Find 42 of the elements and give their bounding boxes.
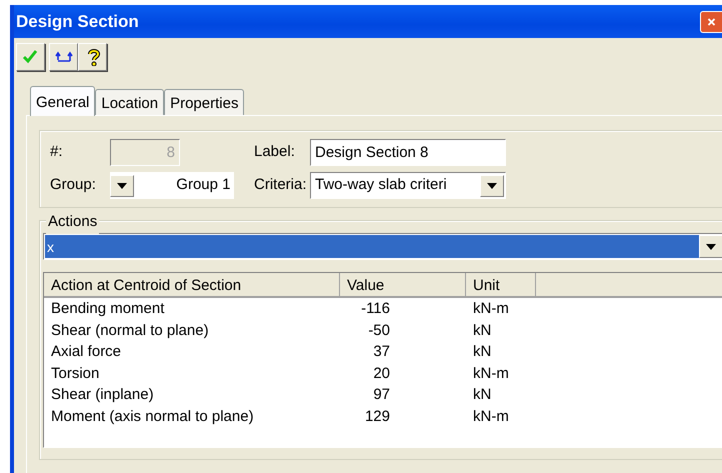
dropdown-arrow-icon — [117, 182, 127, 188]
table-cell-text: Moment (axis normal to plane) — [50, 406, 255, 426]
table-cell-text: 20 — [372, 364, 391, 384]
close-button[interactable] — [700, 10, 722, 32]
tab[interactable]: Location — [95, 89, 164, 115]
table-cell-text: kN-m — [472, 299, 510, 319]
table-cell-text: kN-m — [472, 406, 510, 426]
check-icon — [22, 48, 40, 66]
table-cell-text: kN — [472, 320, 492, 340]
table-cell-text: kN — [472, 385, 492, 405]
field-label: Label: — [254, 142, 296, 162]
dropdown-arrow-icon — [706, 244, 716, 250]
table-cell-text: 97 — [372, 385, 391, 405]
table-cell-text: Axial force — [50, 342, 122, 362]
table-cell-text: -50 — [367, 320, 391, 340]
table-cell-text: kN-m — [472, 364, 510, 384]
field-label: Group: — [50, 175, 97, 196]
label-field[interactable]: Design Section 8 — [310, 139, 506, 166]
table-cell-text: 37 — [372, 342, 391, 362]
table-cell-text: Shear (normal to plane) — [50, 320, 210, 340]
field-label: #: — [50, 142, 64, 162]
column-header[interactable]: Value — [340, 273, 466, 296]
window-title: Design Section — [16, 10, 139, 33]
column-header[interactable]: Unit — [466, 273, 536, 296]
table-cell-text: kN — [472, 342, 492, 362]
group-dropdown[interactable]: Group 1 — [110, 172, 234, 199]
criteria-dropdown[interactable]: Two-way slab criteri — [310, 172, 506, 199]
dropdown-arrow-icon — [487, 182, 497, 188]
close-icon — [707, 16, 716, 28]
column-header[interactable]: Action at Centroid of Section — [44, 273, 340, 296]
field-label: Criteria: — [254, 175, 308, 196]
help-button[interactable] — [78, 43, 107, 71]
export-button[interactable] — [49, 43, 78, 71]
tab[interactable]: Properties — [164, 89, 244, 115]
table-cell-text: Torsion — [50, 364, 100, 384]
table-cell-text: Shear (inplane) — [50, 385, 155, 405]
actions-dropdown[interactable]: x — [43, 233, 722, 260]
ok-button[interactable] — [16, 43, 45, 71]
table-cell-text: Bending moment — [50, 299, 166, 319]
table-cell-text: -116 — [360, 299, 391, 319]
tab[interactable]: General — [30, 86, 96, 116]
table-cell-text: 129 — [364, 406, 391, 426]
